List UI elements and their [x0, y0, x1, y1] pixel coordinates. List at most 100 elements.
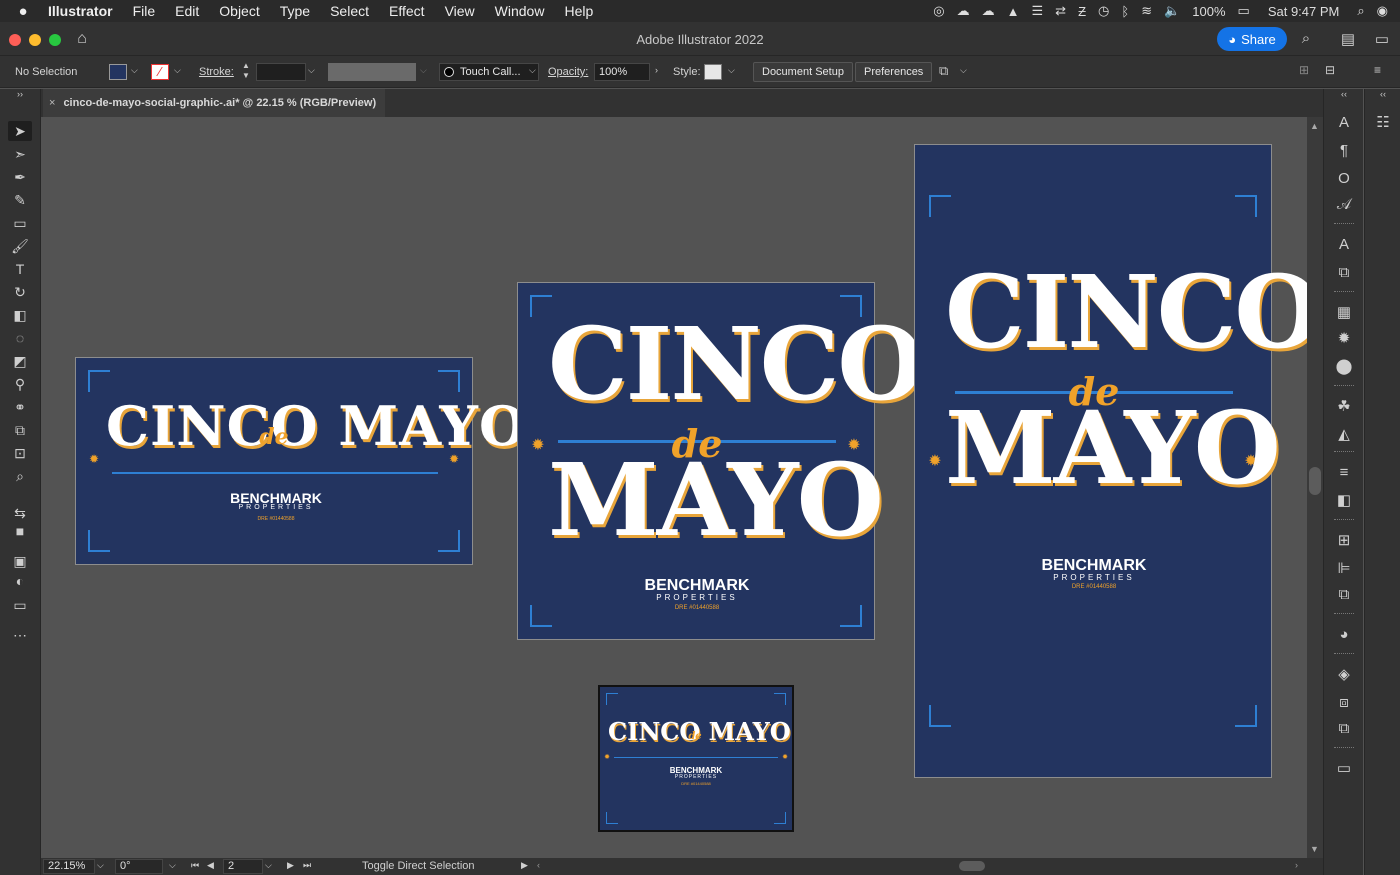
canvas[interactable]: CINCO MAYO de ✹ ✹ BENCHMARK PROPERTIES D… — [41, 117, 1307, 858]
fill-stroke-swatches-icon[interactable]: ■ — [8, 521, 32, 541]
artboard-dropdown-icon[interactable]: ⌵ — [265, 860, 272, 871]
symbols-panel-icon[interactable]: ⬤ — [1332, 357, 1356, 377]
rotation-dropdown-icon[interactable]: ⌵ — [169, 860, 176, 871]
links-panel-icon[interactable]: ⧉ — [1332, 719, 1356, 739]
document-setup-button[interactable]: Document Setup — [753, 62, 853, 82]
artboard-story[interactable]: CINCO de ✹ ✹ MAYO BENCHMARK PROPERTIES D… — [914, 144, 1307, 778]
previous-artboard-icon[interactable]: ◀ — [207, 860, 214, 871]
menu-extra-icon[interactable]: ☰ — [1026, 3, 1050, 19]
style-dropdown-icon[interactable]: ⌵ — [728, 65, 735, 76]
panel-group-grip[interactable] — [1334, 291, 1354, 293]
pen-tool-icon[interactable]: ✒ — [8, 167, 32, 187]
panel-group-grip[interactable] — [1334, 613, 1354, 615]
artboard-square[interactable]: CINCO de ✹ ✹ MAYO BENCHMARK PROPERTIES D… — [517, 282, 924, 640]
close-tab-icon[interactable]: × — [49, 97, 55, 109]
color-guide-panel-icon[interactable]: ◕ — [1332, 625, 1356, 645]
transform-panel-icon[interactable]: ⊞ — [1332, 531, 1356, 551]
graphic-style-swatch[interactable] — [704, 64, 722, 80]
creative-cloud-icon[interactable]: ◎ — [927, 3, 950, 19]
cloud-sync-icon[interactable]: ☁ — [976, 3, 1001, 19]
control-bar-menu-icon[interactable]: ≡ — [1374, 63, 1381, 77]
menu-window[interactable]: Window — [485, 3, 555, 19]
zoom-dropdown-icon[interactable]: ⌵ — [97, 860, 104, 871]
panel-group-grip[interactable] — [1334, 223, 1354, 225]
vertical-scrollbar[interactable]: ▲ ▼ — [1307, 117, 1323, 858]
menu-select[interactable]: Select — [320, 3, 379, 19]
lasso-tool-icon[interactable]: ◌ — [8, 328, 32, 348]
menu-edit[interactable]: Edit — [165, 3, 209, 19]
character-panel-icon[interactable]: A — [1332, 113, 1356, 133]
blend-tool-icon[interactable]: ⚭ — [8, 397, 32, 417]
layers-panel-icon[interactable]: ◈ — [1332, 665, 1356, 685]
apple-menu-icon[interactable]: ● — [0, 3, 34, 20]
stroke-weight-dropdown-icon[interactable]: ⌵ — [308, 65, 315, 76]
variable-width-profile[interactable] — [328, 63, 416, 81]
status-text[interactable]: Toggle Direct Selection — [362, 860, 475, 872]
artboards-panel-icon[interactable]: ⧈ — [1332, 693, 1356, 713]
preferences-button[interactable]: Preferences — [855, 62, 933, 82]
menu-effect[interactable]: Effect — [379, 3, 435, 19]
zoom-level-input[interactable]: 22.15% — [43, 859, 95, 874]
panel-group-grip[interactable] — [1334, 653, 1354, 655]
align-panel-icon[interactable]: ⊫ — [1332, 559, 1356, 579]
brushes-panel-icon[interactable]: ✹ — [1332, 329, 1356, 349]
stroke-weight-input[interactable] — [256, 63, 306, 81]
scroll-left-icon[interactable]: ‹ — [537, 860, 540, 870]
app-status-icon[interactable]: ▲ — [1001, 4, 1026, 19]
comments-panel-icon[interactable]: ▭ — [1332, 759, 1356, 779]
menu-object[interactable]: Object — [209, 3, 269, 19]
glyphs-panel-icon[interactable]: 𝒜 — [1332, 195, 1356, 215]
spotlight-search-icon[interactable]: ⌕ — [1351, 3, 1370, 19]
appearance-panel-icon[interactable]: ◭ — [1332, 425, 1356, 445]
menu-type[interactable]: Type — [270, 3, 320, 19]
brush-definition[interactable]: Touch Call... — [439, 63, 539, 81]
direct-selection-tool-icon[interactable]: ➣ — [8, 144, 32, 164]
toolbar-collapse-icon[interactable]: ›› — [8, 89, 32, 99]
document-tab[interactable]: × cinco-de-mayo-social-graphic-.ai* @ 22… — [43, 89, 385, 117]
type-tool-icon[interactable]: T — [8, 259, 32, 279]
artboard-small[interactable]: CINCO MAYO de ✹ ✹ BENCHMARK PROPERTIES D… — [598, 685, 794, 832]
last-artboard-icon[interactable]: ⏭ — [303, 860, 311, 871]
time-machine-icon[interactable]: ◷ — [1092, 3, 1115, 19]
menu-file[interactable]: File — [123, 3, 166, 19]
align-icon[interactable]: ⊞ — [1299, 63, 1309, 77]
artboard-landscape[interactable]: CINCO MAYO de ✹ ✹ BENCHMARK PROPERTIES D… — [75, 357, 526, 565]
battery-icon[interactable]: ▭ — [1232, 3, 1256, 19]
search-icon[interactable]: ⌕ — [1296, 30, 1316, 47]
stroke-stepper-icon[interactable]: ▲ ▼ — [242, 61, 250, 81]
panel-group-grip[interactable] — [1334, 747, 1354, 749]
graphic-styles-panel-icon[interactable]: ☘ — [1332, 397, 1356, 417]
status-menu-icon[interactable]: ▶ — [521, 860, 528, 871]
scroll-down-icon[interactable]: ▼ — [1310, 844, 1319, 854]
scroll-right-icon[interactable]: › — [1295, 860, 1298, 870]
z-app-icon[interactable]: Ƶ — [1072, 4, 1092, 19]
paintbrush-tool-icon[interactable]: 🖌 — [8, 236, 32, 256]
panel-collapse-icon[interactable]: ‹‹ — [1332, 89, 1356, 99]
menu-help[interactable]: Help — [554, 3, 603, 19]
menu-view[interactable]: View — [435, 3, 485, 19]
gradient-panel-icon[interactable]: ◧ — [1332, 491, 1356, 511]
scroll-up-icon[interactable]: ▲ — [1310, 121, 1319, 131]
panel-toggle-icon[interactable]: ▭ — [1372, 30, 1392, 48]
fill-dropdown-icon[interactable]: ⌵ — [131, 65, 138, 76]
properties-panel-icon[interactable]: ☷ — [1371, 113, 1395, 133]
eyedropper-tool-icon[interactable]: ⚲ — [8, 374, 32, 394]
arrange-dropdown-icon[interactable]: ⌵ — [960, 65, 967, 76]
workspace-switcher-icon[interactable]: ▤ — [1338, 30, 1358, 48]
vertical-scroll-thumb[interactable] — [1309, 467, 1321, 495]
opacity-arrow-icon[interactable]: › — [655, 65, 658, 75]
color-mode-icons[interactable]: ▣ — [8, 551, 32, 571]
rectangle-tool-icon[interactable]: ▭ — [8, 213, 32, 233]
char-styles-panel-icon[interactable]: A — [1332, 235, 1356, 255]
panel-group-grip[interactable] — [1334, 519, 1354, 521]
battery-percent[interactable]: 100% — [1186, 4, 1231, 19]
profile-dropdown-icon[interactable]: ⌵ — [420, 65, 427, 76]
stroke-swatch-none[interactable]: ⁄ — [151, 64, 169, 80]
stroke-panel-icon[interactable]: ≡ — [1332, 463, 1356, 483]
opentype-panel-icon[interactable]: O — [1332, 169, 1356, 189]
rotate-tool-icon[interactable]: ↻ — [8, 282, 32, 302]
gradient-tool-icon[interactable]: ◩ — [8, 351, 32, 371]
paragraph-panel-icon[interactable]: ¶ — [1332, 141, 1356, 161]
swap-fill-stroke-icon[interactable]: ⇆ — [8, 503, 32, 523]
bluetooth-icon[interactable]: ᛒ — [1115, 4, 1135, 19]
